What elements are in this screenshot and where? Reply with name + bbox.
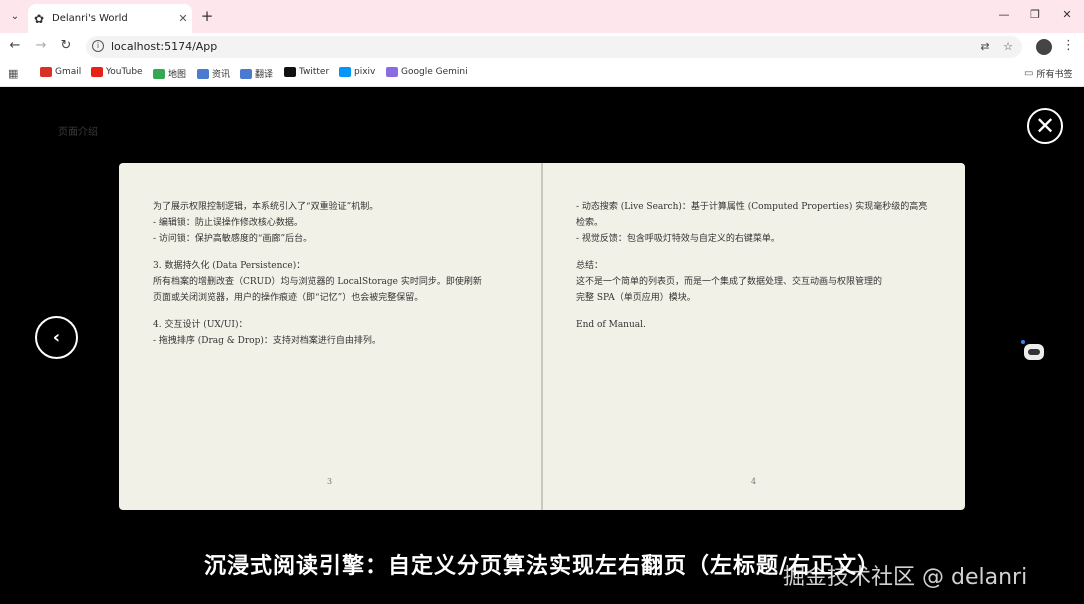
- text-line: - 编辑锁：防止误操作修改核心数据。: [153, 218, 303, 228]
- bookmark-地图[interactable]: 地图: [153, 67, 186, 80]
- youtube-icon: [91, 67, 103, 77]
- book-spine: [541, 163, 543, 510]
- bookmark-label: 地图: [168, 70, 187, 80]
- close-reader-button[interactable]: ✕: [1027, 108, 1063, 144]
- gemini-icon: [386, 67, 398, 77]
- left-page-number: 3: [327, 477, 333, 486]
- bookmark-google-gemini[interactable]: Google Gemini: [386, 67, 468, 77]
- bookmark-twitter[interactable]: Twitter: [284, 67, 329, 77]
- page-intro-label: 页面介绍: [58, 127, 98, 138]
- notification-dot: [1021, 340, 1025, 344]
- text-line: 总结：: [576, 261, 604, 271]
- tab-bar: ⌄ ✿ Delanri's World ✕ + — ❐ ✕: [0, 0, 1084, 33]
- right-page-text: - 动态搜索 (Live Search)：基于计算属性 (Computed Pr…: [576, 199, 936, 344]
- right-para-3: End of Manual.: [576, 317, 936, 333]
- restore-icon[interactable]: ❐: [1026, 8, 1044, 21]
- bookmarks-bar: ▦ Gmail YouTube 地图 资讯 翻译 Twitter pixiv Google G…: [0, 61, 1084, 87]
- gmail-icon: [40, 67, 52, 77]
- app-viewport: 页面介绍 ✕ ‹ 为了展示权限控制逻辑，本系统引入了“双重验证”机制。 - 编辑…: [0, 88, 1084, 604]
- tab-active[interactable]: ✿ Delanri's World ✕: [28, 4, 192, 33]
- floating-assistant-icon[interactable]: [1024, 344, 1044, 360]
- all-bookmarks-button[interactable]: ▭ 所有书签: [1024, 67, 1072, 80]
- text-line: 这不是一个简单的列表页，而是一个集成了数据处理、交互动画与权限管理的: [576, 277, 883, 287]
- text-line: 完整 SPA（单页应用）模块。: [576, 293, 696, 303]
- translate-page-icon[interactable]: ⇄: [978, 40, 992, 53]
- bookmark-label: 翻译: [255, 70, 274, 80]
- watermark: 掘金技术社区 @ delanri: [783, 565, 1028, 590]
- translate-icon: [240, 68, 252, 79]
- window-close-icon[interactable]: ✕: [1058, 8, 1076, 21]
- left-para-1: 为了展示权限控制逻辑，本系统引入了“双重验证”机制。 - 编辑锁：防止误操作修改…: [153, 199, 513, 247]
- site-info-icon[interactable]: i: [92, 40, 104, 52]
- text-line: - 访问锁：保护高敏感度的“画廊”后台。: [153, 234, 313, 244]
- right-para-2: 总结： 这不是一个简单的列表页，而是一个集成了数据处理、交互动画与权限管理的 完…: [576, 258, 936, 306]
- bookmark-label: 资讯: [212, 70, 231, 80]
- bookmark-youtube[interactable]: YouTube: [91, 67, 143, 77]
- bookmark-label: Google Gemini: [401, 67, 468, 77]
- text-line: 所有档案的增删改查（CRUD）均与浏览器的 LocalStorage 实时同步。…: [153, 277, 482, 287]
- chevron-left-icon: ‹: [52, 327, 61, 348]
- text-line: - 视觉反馈：包含呼吸灯特效与自定义的右键菜单。: [576, 234, 780, 244]
- maps-icon: [153, 68, 165, 79]
- bookmark-gmail[interactable]: Gmail: [40, 67, 81, 77]
- news-icon: [197, 68, 209, 79]
- bookmark-label: Gmail: [55, 67, 82, 77]
- text-line: End of Manual.: [576, 320, 646, 330]
- text-line: - 拖拽排序 (Drag & Drop)：支持对档案进行自由排列。: [153, 336, 381, 346]
- book-spread: 为了展示权限控制逻辑，本系统引入了“双重验证”机制。 - 编辑锁：防止误操作修改…: [119, 163, 965, 510]
- browser-menu-icon[interactable]: ⋮: [1062, 38, 1075, 53]
- prev-page-button[interactable]: ‹: [35, 316, 78, 359]
- minimize-icon[interactable]: —: [995, 8, 1013, 21]
- text-line: 检索。: [576, 218, 604, 228]
- text-line: 3. 数据持久化 (Data Persistence)：: [153, 261, 306, 271]
- left-para-2: 3. 数据持久化 (Data Persistence)： 所有档案的增删改查（C…: [153, 258, 513, 306]
- right-para-1: - 动态搜索 (Live Search)：基于计算属性 (Computed Pr…: [576, 199, 936, 247]
- left-para-3: 4. 交互设计 (UX/UI)： - 拖拽排序 (Drag & Drop)：支持…: [153, 317, 513, 349]
- forward-arrow-icon[interactable]: →: [32, 38, 50, 53]
- text-line: 为了展示权限控制逻辑，本系统引入了“双重验证”机制。: [153, 202, 379, 212]
- right-page-number: 4: [751, 477, 757, 486]
- bookmark-label: pixiv: [354, 67, 376, 77]
- bookmark-翻译[interactable]: 翻译: [240, 67, 273, 80]
- bookmark-pixiv[interactable]: pixiv: [339, 67, 375, 77]
- text-line: 4. 交互设计 (UX/UI)：: [153, 320, 248, 330]
- bookmark-资讯[interactable]: 资讯: [197, 67, 230, 80]
- folder-icon: ▭: [1024, 68, 1034, 79]
- site-favicon-icon: ✿: [34, 11, 45, 26]
- new-tab-plus-icon[interactable]: +: [198, 7, 216, 25]
- assistant-face: [1028, 349, 1040, 355]
- text-line: 页面或关闭浏览器，用户的操作痕迹（即“记忆”）也会被完整保留。: [153, 293, 424, 303]
- left-page-text: 为了展示权限控制逻辑，本系统引入了“双重验证”机制。 - 编辑锁：防止误操作修改…: [153, 199, 513, 360]
- address-bar[interactable]: i localhost:5174/App ⇄ ☆: [86, 36, 1022, 58]
- profile-avatar[interactable]: [1036, 39, 1052, 55]
- tab-title: Delanri's World: [52, 13, 128, 24]
- all-bookmarks-label: 所有书签: [1036, 70, 1073, 80]
- pixiv-icon: [339, 67, 351, 77]
- text-line: - 动态搜索 (Live Search)：基于计算属性 (Computed Pr…: [576, 202, 928, 212]
- bookmark-star-icon[interactable]: ☆: [1001, 40, 1015, 53]
- tab-search-chevron-icon[interactable]: ⌄: [6, 7, 24, 25]
- bookmark-label: Twitter: [299, 67, 330, 77]
- back-arrow-icon[interactable]: ←: [6, 38, 24, 53]
- bookmark-label: YouTube: [106, 67, 143, 77]
- apps-grid-icon[interactable]: ▦: [8, 67, 18, 80]
- tab-close-icon[interactable]: ✕: [174, 12, 192, 25]
- reload-icon[interactable]: ↻: [57, 38, 75, 53]
- browser-toolbar: ← → ↻ i localhost:5174/App ⇄ ☆ ⋮: [0, 33, 1084, 61]
- url-text[interactable]: localhost:5174/App: [111, 40, 217, 53]
- x-icon: [284, 67, 296, 77]
- close-icon: ✕: [1034, 112, 1056, 140]
